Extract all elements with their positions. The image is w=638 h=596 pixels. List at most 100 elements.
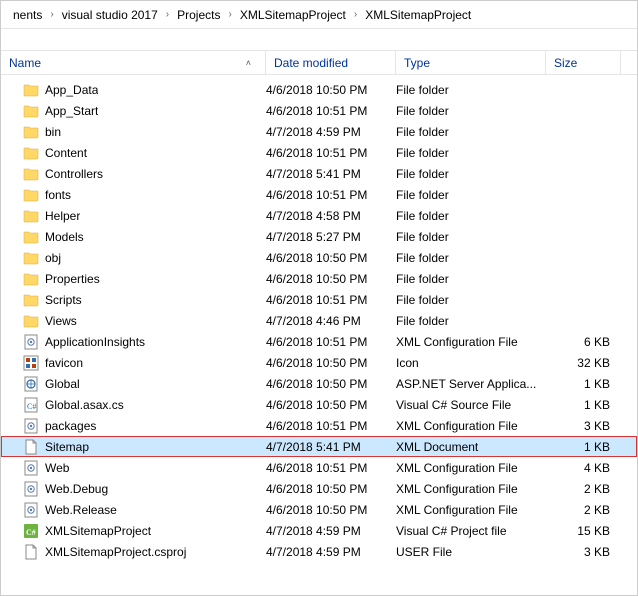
- file-row[interactable]: bin4/7/2018 4:59 PMFile folder: [1, 121, 637, 142]
- file-type: File folder: [396, 293, 546, 307]
- file-size: 2 KB: [546, 482, 614, 496]
- file-type: XML Configuration File: [396, 503, 546, 517]
- file-row[interactable]: App_Data4/6/2018 10:50 PMFile folder: [1, 79, 637, 100]
- file-size: 32 KB: [546, 356, 614, 370]
- breadcrumb-item[interactable]: XMLSitemapProject: [359, 8, 477, 22]
- chevron-right-icon: ›: [48, 9, 55, 20]
- file-type: XML Document: [396, 440, 546, 454]
- file-size: 1 KB: [546, 440, 614, 454]
- file-date: 4/7/2018 5:41 PM: [266, 440, 396, 454]
- file-row[interactable]: Properties4/6/2018 10:50 PMFile folder: [1, 268, 637, 289]
- toolbar-separator: [1, 29, 637, 51]
- file-size: 2 KB: [546, 503, 614, 517]
- file-type: File folder: [396, 188, 546, 202]
- folder-icon: [23, 187, 39, 203]
- file-date: 4/6/2018 10:51 PM: [266, 293, 396, 307]
- file-row[interactable]: Sitemap4/7/2018 5:41 PMXML Document1 KB: [1, 436, 637, 457]
- file-name: Web.Release: [45, 503, 117, 517]
- file-row[interactable]: Scripts 4/6/2018 10:51 PMFile folder: [1, 289, 637, 310]
- file-type: File folder: [396, 83, 546, 97]
- file-name: Web.Debug: [45, 482, 108, 496]
- file-row[interactable]: packages4/6/2018 10:51 PMXML Configurati…: [1, 415, 637, 436]
- file-icon: [23, 544, 39, 560]
- file-row[interactable]: Web 4/6/2018 10:51 PMXML Configuration Fi…: [1, 457, 637, 478]
- breadcrumb-item[interactable]: Projects: [171, 8, 226, 22]
- file-date: 4/6/2018 10:50 PM: [266, 272, 396, 286]
- file-type: XML Configuration File: [396, 419, 546, 433]
- file-type: File folder: [396, 209, 546, 223]
- file-row[interactable]: Views4/7/2018 4:46 PMFile folder: [1, 310, 637, 331]
- file-date: 4/7/2018 4:59 PM: [266, 524, 396, 538]
- folder-icon: [23, 208, 39, 224]
- breadcrumb-item[interactable]: visual studio 2017: [56, 8, 164, 22]
- column-header-date[interactable]: Date modified: [266, 51, 396, 74]
- file-name: XMLSitemapProject.csproj: [45, 545, 186, 559]
- file-name: ApplicationInsights: [45, 335, 145, 349]
- column-header-size[interactable]: Size: [546, 51, 621, 74]
- column-header-name[interactable]: Name ˄: [1, 51, 266, 74]
- file-date: 4/7/2018 4:59 PM: [266, 545, 396, 559]
- file-name: Content: [45, 146, 87, 160]
- svg-text:C#: C#: [26, 528, 36, 537]
- config-icon: [23, 502, 39, 518]
- file-row[interactable]: XMLSitemapProject.csproj 4/7/2018 4:59 PM…: [1, 541, 637, 562]
- file-name: obj: [45, 251, 61, 265]
- column-headers: Name ˄ Date modified Type Size: [1, 51, 637, 75]
- folder-icon: [23, 250, 39, 266]
- breadcrumb-item[interactable]: nents: [7, 8, 48, 22]
- file-date: 4/6/2018 10:51 PM: [266, 104, 396, 118]
- file-type: File folder: [396, 314, 546, 328]
- file-size: 3 KB: [546, 419, 614, 433]
- file-row[interactable]: Web.Debug4/6/2018 10:50 PMXML Configurat…: [1, 478, 637, 499]
- config-icon: [23, 334, 39, 350]
- config-icon: [23, 481, 39, 497]
- file-name: favicon: [45, 356, 83, 370]
- file-type: Icon: [396, 356, 546, 370]
- file-name: bin: [45, 125, 61, 139]
- file-row[interactable]: Global4/6/2018 10:50 PMASP.NET Server Ap…: [1, 373, 637, 394]
- file-type: File folder: [396, 146, 546, 160]
- file-date: 4/6/2018 10:50 PM: [266, 251, 396, 265]
- file-row[interactable]: Controllers4/7/2018 5:41 PMFile folder: [1, 163, 637, 184]
- file-date: 4/6/2018 10:51 PM: [266, 146, 396, 160]
- column-label: Type: [404, 56, 430, 70]
- file-row[interactable]: Content 4/6/2018 10:51 PMFile folder: [1, 142, 637, 163]
- file-name: Scripts: [45, 293, 82, 307]
- file-row[interactable]: ApplicationInsights4/6/2018 10:51 PMXML …: [1, 331, 637, 352]
- file-date: 4/6/2018 10:51 PM: [266, 461, 396, 475]
- folder-icon: [23, 271, 39, 287]
- file-name: Web: [45, 461, 69, 475]
- file-row[interactable]: obj4/6/2018 10:50 PMFile folder: [1, 247, 637, 268]
- file-row[interactable]: fonts4/6/2018 10:51 PMFile folder: [1, 184, 637, 205]
- config-icon: [23, 460, 39, 476]
- file-row[interactable]: App_Start4/6/2018 10:51 PMFile folder: [1, 100, 637, 121]
- breadcrumb[interactable]: nents › visual studio 2017 › Projects › …: [1, 1, 637, 29]
- column-label: Size: [554, 56, 577, 70]
- file-date: 4/7/2018 5:41 PM: [266, 167, 396, 181]
- file-size: 3 KB: [546, 545, 614, 559]
- chevron-right-icon: ›: [164, 9, 171, 20]
- file-row[interactable]: Web.Release4/6/2018 10:50 PMXML Configur…: [1, 499, 637, 520]
- file-name: packages: [45, 419, 96, 433]
- file-type: XML Configuration File: [396, 461, 546, 475]
- file-size: 1 KB: [546, 377, 614, 391]
- file-date: 4/6/2018 10:50 PM: [266, 482, 396, 496]
- file-date: 4/6/2018 10:50 PM: [266, 83, 396, 97]
- favicon-icon: [23, 355, 39, 371]
- column-label: Name: [9, 56, 41, 70]
- file-date: 4/7/2018 4:46 PM: [266, 314, 396, 328]
- file-name: Properties: [45, 272, 100, 286]
- svg-text:C#: C#: [27, 402, 36, 411]
- file-list: App_Data4/6/2018 10:50 PMFile folderApp_…: [1, 75, 637, 562]
- file-row[interactable]: Helper4/7/2018 4:58 PMFile folder: [1, 205, 637, 226]
- file-row[interactable]: C#XMLSitemapProject4/7/2018 4:59 PMVisua…: [1, 520, 637, 541]
- file-row[interactable]: Models4/7/2018 5:27 PMFile folder: [1, 226, 637, 247]
- file-name: Controllers: [45, 167, 103, 181]
- breadcrumb-item[interactable]: XMLSitemapProject: [234, 8, 352, 22]
- file-row[interactable]: favicon4/6/2018 10:50 PMIcon32 KB: [1, 352, 637, 373]
- asax-icon: [23, 376, 39, 392]
- cs-icon: C#: [23, 397, 39, 413]
- column-header-type[interactable]: Type: [396, 51, 546, 74]
- file-row[interactable]: C#Global.asax.cs4/6/2018 10:50 PMVisual …: [1, 394, 637, 415]
- file-icon: [23, 439, 39, 455]
